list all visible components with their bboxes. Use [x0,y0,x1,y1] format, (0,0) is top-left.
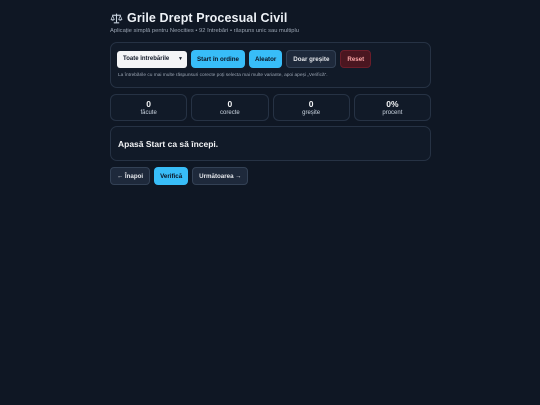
question-card: Apasă Start ca să începi. [110,126,431,161]
question-filter-value: Toate întrebările [123,56,170,62]
prev-button[interactable]: ← Înapoi [110,167,151,185]
stat-wrong-value: 0 [308,98,314,109]
page-title: Grile Drept Procesual Civil [127,11,288,25]
wrong-only-button[interactable]: Doar greșite [286,50,337,68]
navigation-row: ← Înapoi Verifică Următoarea → [110,167,431,185]
random-button[interactable]: Aleator [248,50,283,68]
page-subtitle: Aplicație simplă pentru Neocities • 92 î… [110,28,300,34]
check-button[interactable]: Verifică [154,167,189,185]
header: Grile Drept Procesual Civil [110,10,431,26]
stat-percent-value: 0% [386,98,399,109]
controls-row: Toate întrebările ▼ Start în ordine Alea… [117,50,424,68]
question-filter-select[interactable]: Toate întrebările ▼ [117,50,187,68]
stat-wrong: 0 greșite [272,94,350,121]
stat-wrong-label: greșite [302,109,321,116]
reset-button[interactable]: Reset [340,50,372,68]
stat-done-label: făcute [140,109,157,116]
stat-correct: 0 corecte [191,94,269,121]
next-button[interactable]: Următoarea → [192,167,249,185]
chevron-down-icon: ▼ [178,56,183,62]
stat-done-value: 0 [146,98,151,109]
stat-percent-label: procent [382,109,403,116]
instructions-hint: La întrebările cu mai multe răspunsuri c… [118,73,328,78]
stats-row: 0 făcute 0 corecte 0 greșite 0% procent [110,94,431,121]
question-text: Apasă Start ca să începi. [118,138,219,149]
stat-correct-value: 0 [227,98,233,109]
stat-correct-label: corecte [220,109,240,116]
app-container: Grile Drept Procesual Civil Aplicație si… [110,10,431,185]
stat-done: 0 făcute [110,94,188,121]
scales-icon [110,12,123,25]
stat-percent: 0% procent [353,94,431,121]
start-order-button[interactable]: Start în ordine [191,50,245,68]
controls-panel: Toate întrebările ▼ Start în ordine Alea… [110,42,431,88]
